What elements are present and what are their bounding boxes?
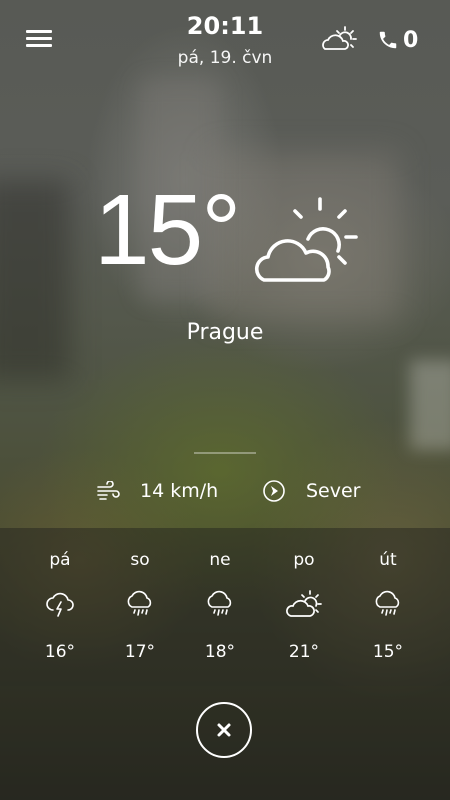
- top-bar: 20:11 pá, 19. čvn 0: [0, 0, 450, 80]
- wind-direction: Sever: [306, 480, 361, 502]
- phone-icon: [379, 31, 397, 49]
- forecast-day-name: pá: [49, 550, 71, 570]
- forecast-temp: 15°: [372, 642, 404, 662]
- rain-cloud-icon: [207, 590, 232, 616]
- rain-cloud-icon: [127, 590, 152, 616]
- current-temperature: 15°: [94, 174, 241, 286]
- call-count: 0: [403, 27, 419, 53]
- close-button[interactable]: [196, 702, 252, 758]
- city-name: Prague: [186, 320, 264, 345]
- wind-speed: 14 km/h: [140, 480, 219, 502]
- forecast-day-name: ne: [209, 550, 231, 570]
- partly-cloudy-day-icon: [322, 26, 357, 50]
- forecast-day-name: po: [293, 550, 315, 570]
- forecast-temp: 17°: [124, 642, 156, 662]
- calls-button[interactable]: 0: [377, 26, 418, 54]
- thunderstorm-icon: [46, 592, 74, 617]
- partly-cloudy-day-icon: [254, 197, 358, 282]
- partly-cloudy-day-icon: [286, 590, 322, 617]
- forecast-temp: 18°: [204, 642, 236, 662]
- close-icon: [217, 723, 231, 737]
- forecast-day-name: út: [379, 550, 397, 570]
- wind-row: 14 km/h Sever: [0, 478, 450, 506]
- compass-icon: [263, 480, 285, 502]
- forecast-temp: 16°: [44, 642, 76, 662]
- forecast-panel: pá 16° so 17° ne 18° po 21° út 15°: [0, 528, 450, 686]
- divider: [194, 452, 256, 454]
- forecast-day-name: so: [130, 550, 150, 570]
- forecast-temp: 21°: [288, 642, 320, 662]
- wind-icon: [97, 481, 120, 500]
- rain-cloud-icon: [375, 590, 400, 616]
